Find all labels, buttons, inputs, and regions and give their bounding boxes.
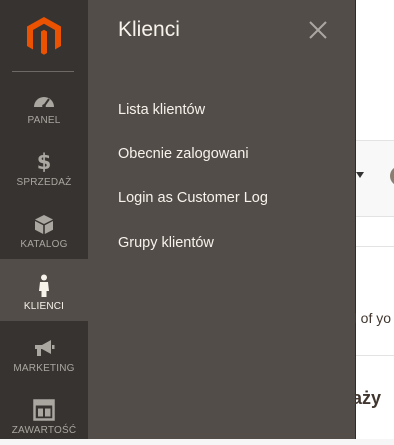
link-login-as-customer-log[interactable]: Login as Customer Log — [118, 190, 268, 206]
menu-item-content[interactable]: ZAWARTOŚĆ — [0, 383, 88, 445]
dashboard-icon — [29, 87, 59, 113]
admin-menu: PANEL $ SPRZEDAŻ KATALOG KLIENCI MARKETI… — [0, 0, 88, 439]
background-toolbar — [356, 140, 394, 217]
menu-item-panel[interactable]: PANEL — [0, 73, 88, 135]
menu-item-marketing[interactable]: MARKETING — [0, 321, 88, 383]
megaphone-icon — [29, 335, 59, 361]
person-icon — [29, 273, 59, 299]
link-now-online[interactable]: Obecnie zalogowani — [118, 146, 249, 162]
flyout-title: Klienci — [118, 18, 180, 41]
box-icon — [29, 211, 59, 237]
menu-item-label: KATALOG — [20, 239, 68, 250]
menu-item-label: ZAWARTOŚĆ — [11, 425, 77, 436]
background-text: d of yo — [349, 310, 392, 326]
customers-flyout: Klienci Lista klientów Obecnie zalogowan… — [88, 0, 355, 439]
link-customer-list[interactable]: Lista klientów — [118, 102, 205, 118]
menu-item-label: MARKETING — [13, 363, 75, 374]
link-customer-groups[interactable]: Grupy klientów — [118, 235, 214, 251]
close-icon — [309, 21, 327, 39]
menu-item-sales[interactable]: $ SPRZEDAŻ — [0, 135, 88, 197]
menu-item-label: PANEL — [27, 115, 61, 126]
close-button[interactable] — [307, 19, 329, 41]
menu-item-label: KLIENCI — [23, 301, 65, 312]
menu-item-catalog[interactable]: KATALOG — [0, 197, 88, 259]
menu-item-label: SPRZEDAŻ — [16, 177, 72, 188]
magento-logo[interactable] — [0, 0, 88, 72]
menu-item-customers[interactable]: KLIENCI — [0, 259, 88, 321]
layout-icon — [29, 397, 59, 423]
logo-divider — [12, 71, 74, 72]
caret-down-icon[interactable] — [356, 172, 364, 178]
magento-logo-icon — [27, 17, 61, 55]
background-page: d of yo aży — [349, 0, 394, 439]
divider — [356, 355, 394, 356]
divider — [356, 246, 394, 247]
background-heading: aży — [352, 388, 382, 408]
dollar-icon: $ — [36, 150, 52, 174]
